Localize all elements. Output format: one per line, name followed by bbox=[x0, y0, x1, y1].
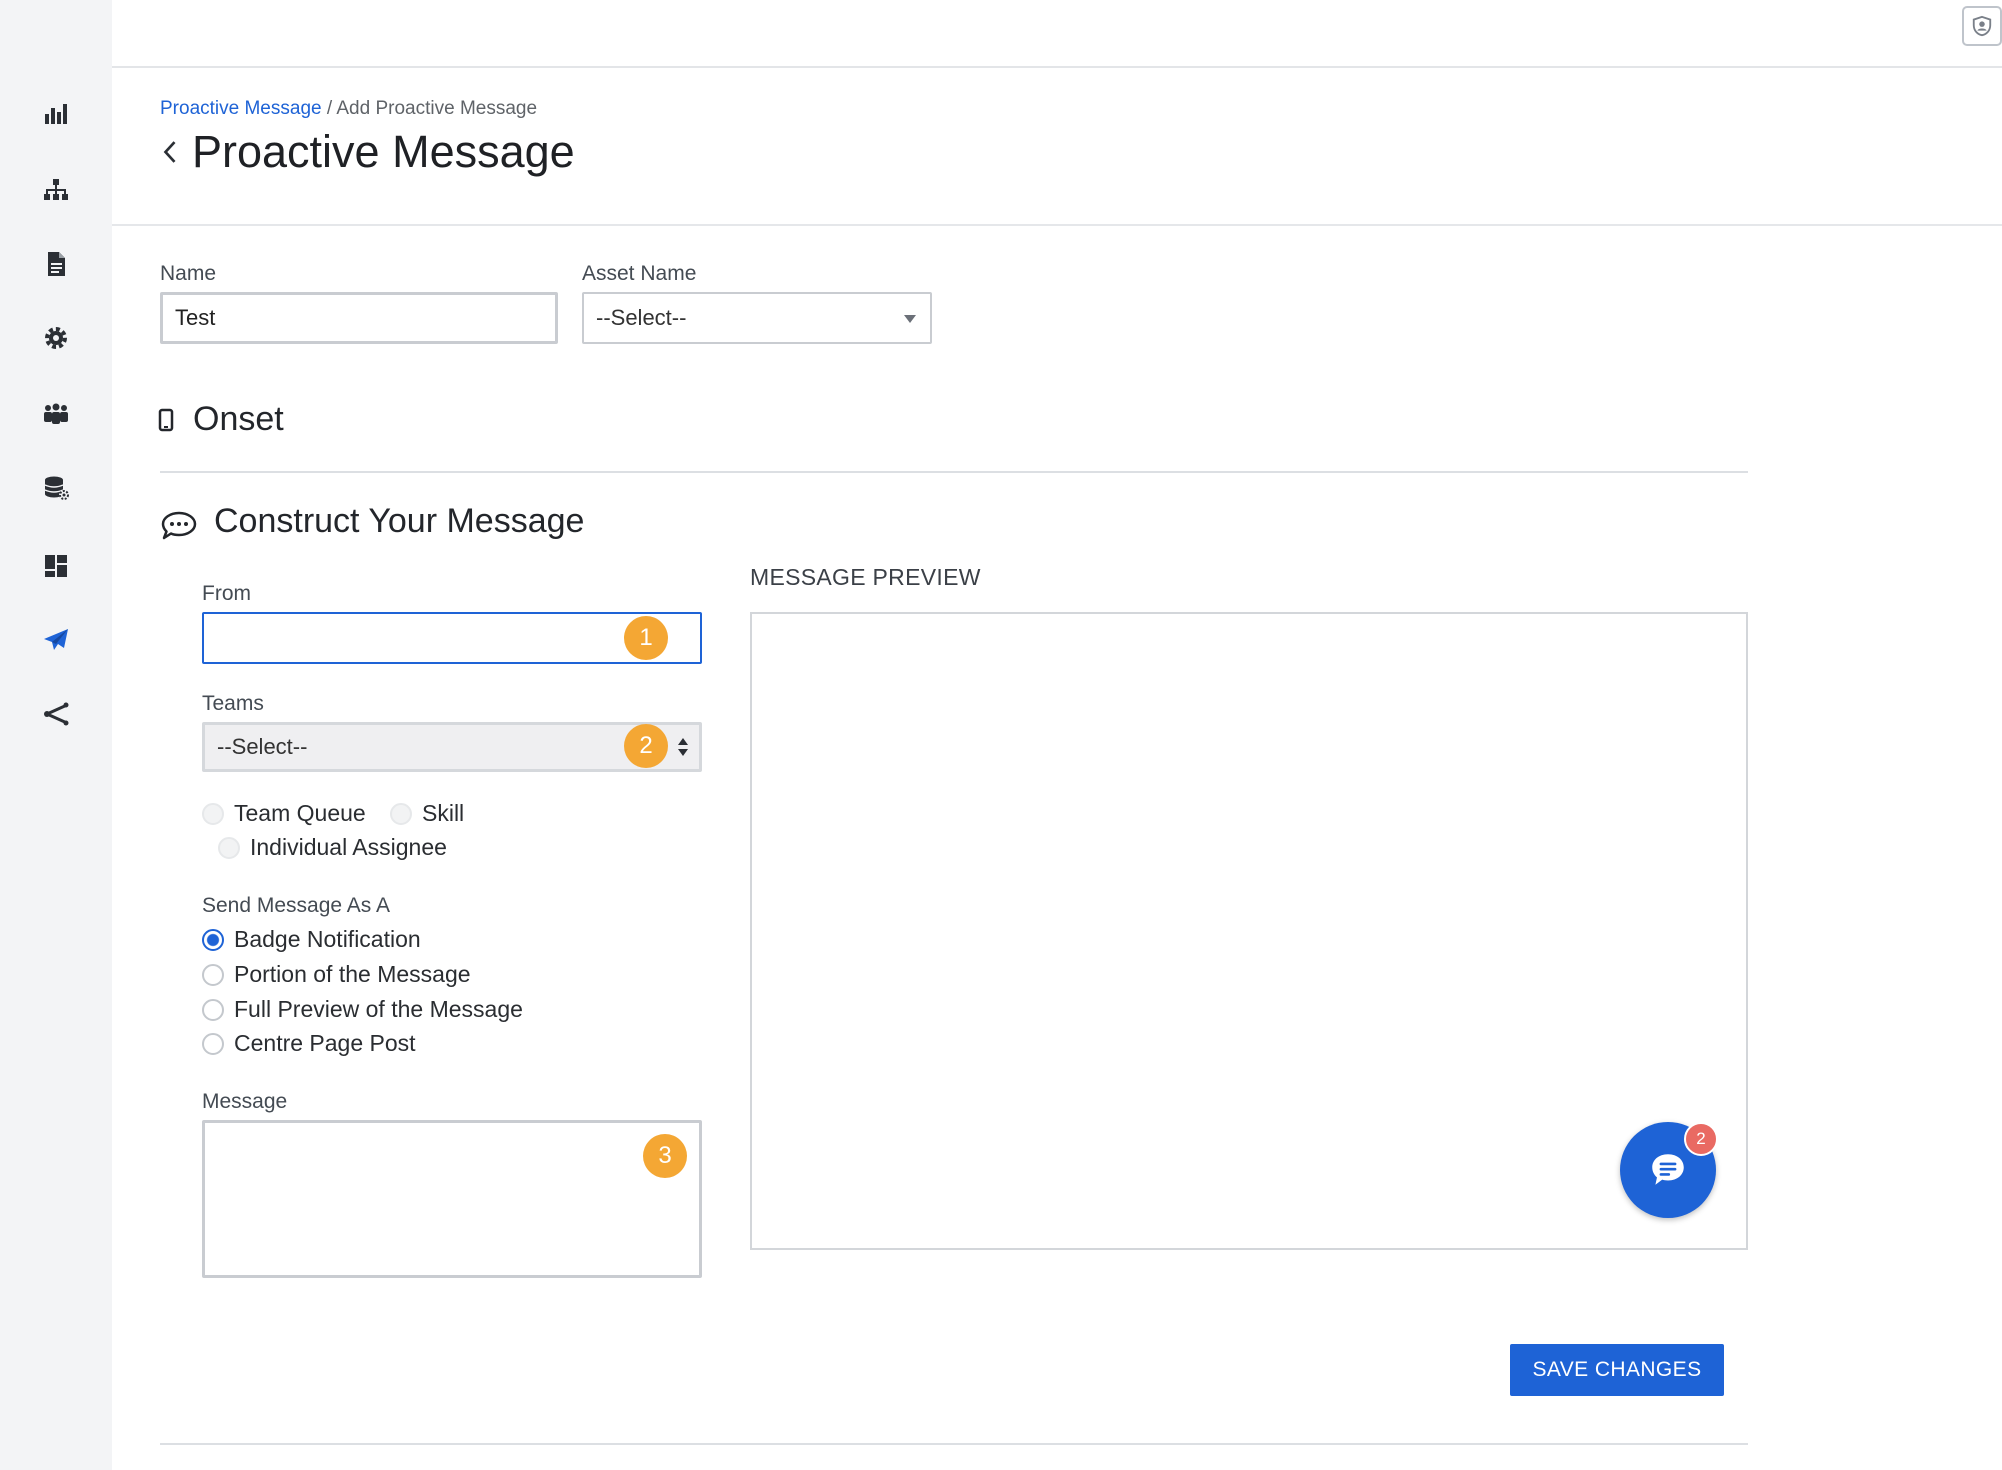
sidebar-item-hierarchy[interactable] bbox=[36, 170, 76, 210]
database-settings-icon bbox=[44, 476, 69, 500]
onset-section-title[interactable]: Onset bbox=[193, 400, 284, 439]
back-button[interactable] bbox=[156, 132, 184, 172]
message-preview-label: MESSAGE PREVIEW bbox=[750, 564, 981, 590]
radio-individual-assignee-label: Individual Assignee bbox=[250, 834, 447, 860]
name-label: Name bbox=[160, 262, 217, 285]
radio-indicator bbox=[218, 836, 240, 859]
sidebar-item-proactive[interactable] bbox=[36, 620, 76, 660]
radio-centre-page-post-label: Centre Page Post bbox=[234, 1030, 416, 1056]
chevron-left-icon bbox=[163, 141, 176, 163]
document-icon bbox=[48, 252, 65, 276]
asset-name-label: Asset Name bbox=[582, 262, 697, 285]
sitemap-icon bbox=[44, 179, 68, 200]
asset-name-select[interactable]: --Select-- bbox=[582, 292, 932, 344]
construct-section-title: Construct Your Message bbox=[214, 502, 585, 540]
gear-icon bbox=[45, 327, 67, 349]
sort-arrows-icon bbox=[678, 738, 688, 756]
sidebar-item-dashboard[interactable] bbox=[36, 546, 76, 586]
radio-badge-notification-label: Badge Notification bbox=[234, 926, 421, 952]
teams-label: Teams bbox=[202, 692, 264, 715]
step-marker-3: 3 bbox=[643, 1134, 687, 1178]
radio-indicator bbox=[390, 802, 412, 825]
radio-indicator bbox=[202, 998, 224, 1021]
breadcrumb-current: Add Proactive Message bbox=[336, 98, 538, 119]
chat-notification-count: 2 bbox=[1684, 1122, 1718, 1156]
sidebar-item-documents[interactable] bbox=[36, 244, 76, 284]
top-bar bbox=[112, 0, 2002, 68]
asset-name-selected: --Select-- bbox=[596, 305, 687, 330]
teams-selected: --Select-- bbox=[217, 734, 308, 759]
profile-button[interactable] bbox=[1962, 6, 2002, 46]
sidebar-item-data[interactable] bbox=[36, 468, 76, 508]
message-label: Message bbox=[202, 1090, 288, 1113]
share-icon bbox=[44, 702, 69, 726]
breadcrumb-link-proactive-message[interactable]: Proactive Message bbox=[160, 98, 322, 119]
sidebar bbox=[0, 0, 112, 1470]
send-as-label: Send Message As A bbox=[202, 894, 390, 917]
step-marker-1: 1 bbox=[624, 616, 668, 660]
mobile-icon bbox=[158, 408, 174, 432]
breadcrumb-separator: / bbox=[321, 98, 337, 119]
radio-team-queue[interactable]: Team Queue bbox=[202, 800, 366, 827]
caret-down-icon bbox=[904, 315, 916, 323]
from-label: From bbox=[202, 582, 251, 605]
message-preview-panel bbox=[750, 612, 1748, 1250]
footer-divider bbox=[160, 1443, 1748, 1445]
section-divider bbox=[160, 471, 1748, 473]
radio-portion-message[interactable]: Portion of the Message bbox=[202, 961, 471, 988]
chat-bubble-icon bbox=[161, 511, 197, 540]
users-group-icon bbox=[44, 403, 68, 424]
sidebar-item-users[interactable] bbox=[36, 394, 76, 434]
radio-indicator bbox=[202, 963, 224, 986]
name-input[interactable] bbox=[160, 292, 558, 344]
radio-portion-message-label: Portion of the Message bbox=[234, 961, 471, 987]
radio-centre-page-post[interactable]: Centre Page Post bbox=[202, 1030, 416, 1057]
sidebar-item-settings[interactable] bbox=[36, 318, 76, 358]
chat-icon bbox=[1652, 1154, 1684, 1185]
radio-team-queue-label: Team Queue bbox=[234, 800, 366, 826]
bar-chart-icon bbox=[45, 104, 67, 124]
page-title: Proactive Message bbox=[192, 126, 575, 177]
radio-full-preview[interactable]: Full Preview of the Message bbox=[202, 996, 523, 1023]
dashboard-icon bbox=[45, 555, 67, 577]
radio-badge-notification[interactable]: Badge Notification bbox=[202, 926, 421, 953]
radio-indicator bbox=[202, 802, 224, 825]
sidebar-item-analytics[interactable] bbox=[36, 94, 76, 134]
breadcrumb: Proactive Message / Add Proactive Messag… bbox=[160, 98, 537, 120]
radio-skill-label: Skill bbox=[422, 800, 465, 826]
sidebar-item-share[interactable] bbox=[36, 694, 76, 734]
step-marker-2: 2 bbox=[624, 724, 668, 768]
radio-full-preview-label: Full Preview of the Message bbox=[234, 996, 523, 1022]
radio-individual-assignee[interactable]: Individual Assignee bbox=[218, 834, 447, 861]
paper-plane-icon bbox=[44, 629, 68, 650]
radio-indicator bbox=[202, 928, 224, 951]
message-textarea[interactable] bbox=[202, 1120, 702, 1278]
page-header: Proactive Message / Add Proactive Messag… bbox=[112, 70, 2002, 226]
app-root: Proactive Message / Add Proactive Messag… bbox=[0, 0, 2002, 1470]
radio-indicator bbox=[202, 1032, 224, 1055]
radio-skill[interactable]: Skill bbox=[390, 800, 464, 827]
user-shield-icon bbox=[1972, 15, 1992, 37]
save-changes-button[interactable]: SAVE CHANGES bbox=[1510, 1344, 1724, 1396]
